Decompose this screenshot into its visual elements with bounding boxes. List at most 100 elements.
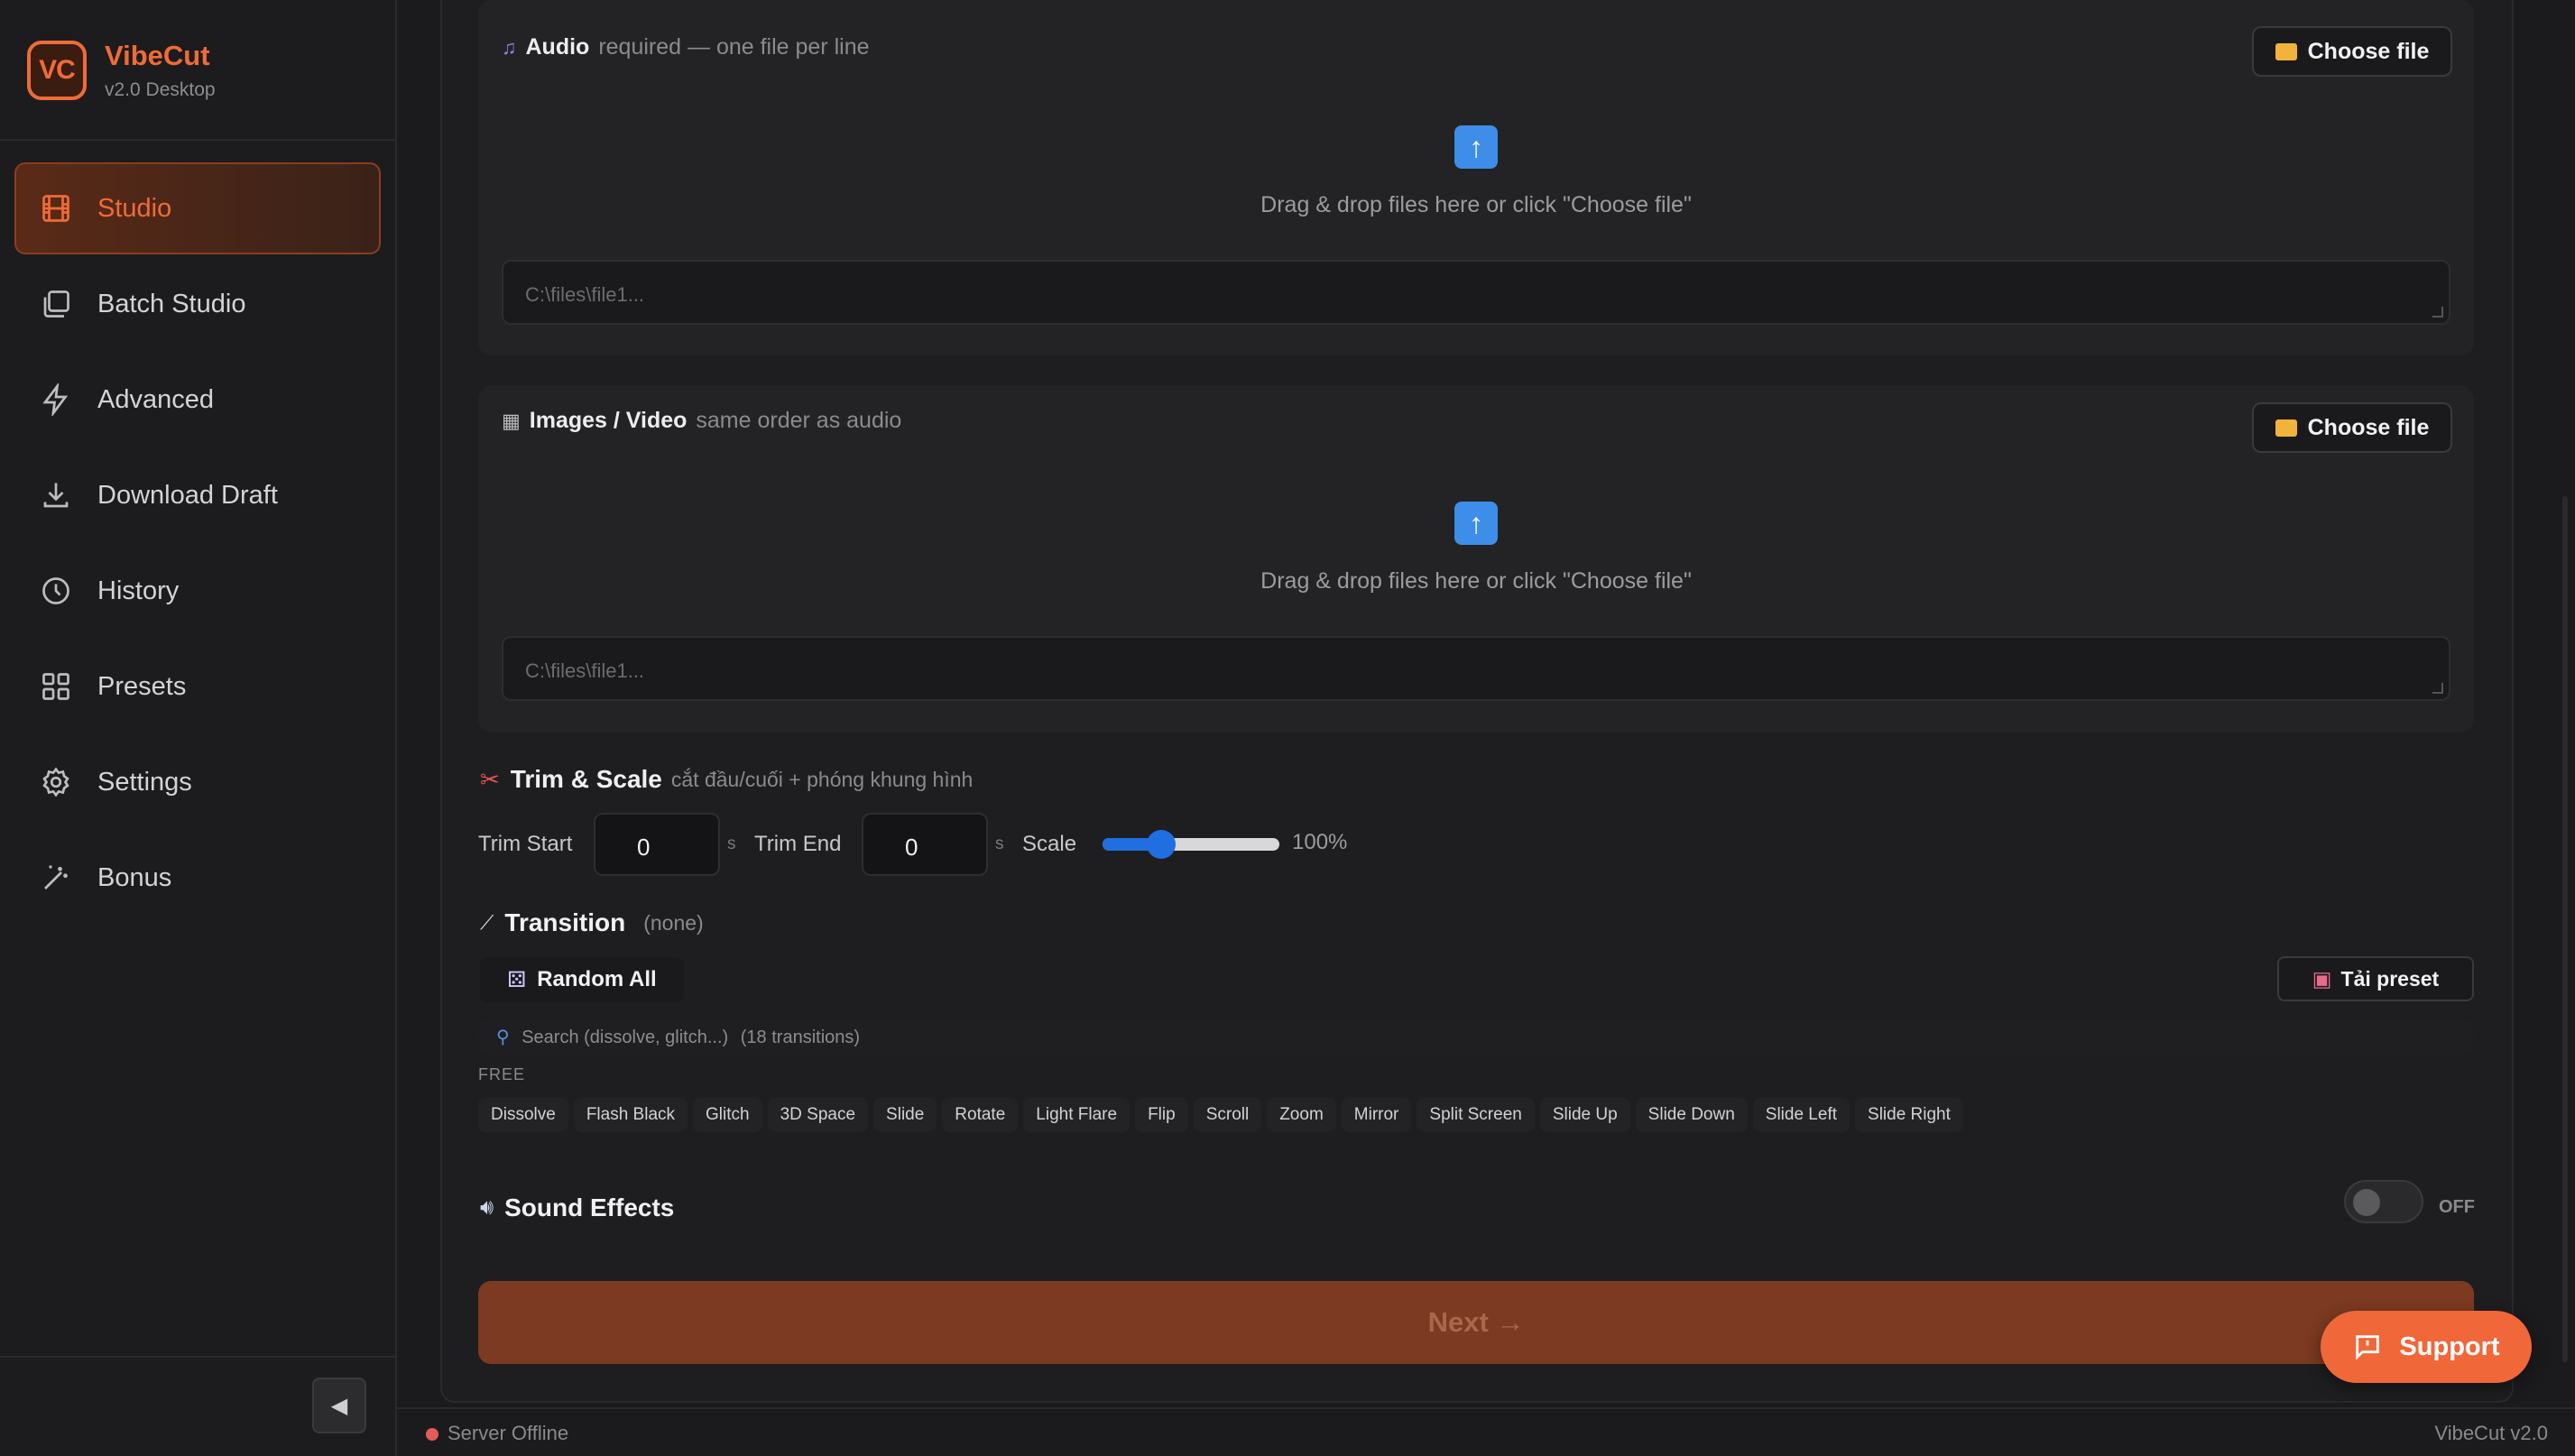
sidebar-item-label: Bonus (97, 862, 172, 892)
random-all-button[interactable]: ⚄ Random All (480, 957, 684, 1002)
transition-chip[interactable]: 3D Space (767, 1098, 869, 1132)
media-card: ▦ Images / Video same order as audio Cho… (478, 386, 2474, 733)
transition-chip[interactable]: Glitch (693, 1098, 762, 1132)
lightning-icon (40, 383, 72, 416)
trim-title: Trim & Scale (510, 765, 662, 793)
sidebar-item-advanced[interactable]: Advanced (14, 354, 381, 446)
divider (0, 1356, 397, 1358)
sidebar-item-presets[interactable]: Presets (14, 640, 381, 733)
collapse-sidebar-button[interactable]: ◀ (312, 1378, 366, 1433)
transition-chip[interactable]: Flash Black (573, 1098, 688, 1132)
magic-wand-icon (40, 862, 72, 894)
transition-chip[interactable]: Slide Left (1752, 1098, 1850, 1132)
next-button[interactable]: Next → (478, 1281, 2474, 1364)
sound-toggle-state: OFF (2439, 1197, 2475, 1217)
folder-icon (2275, 42, 2297, 60)
media-hint: same order as audio (696, 408, 902, 433)
media-choose-file-button[interactable]: Choose file (2252, 402, 2452, 453)
trim-start-input[interactable]: 0 (594, 813, 720, 876)
sidebar-item-bonus[interactable]: Bonus (14, 832, 381, 924)
clipboard-icon: ▣ (2312, 966, 2332, 991)
app-name: VibeCut (105, 40, 210, 71)
transition-chip[interactable]: Mirror (1341, 1098, 1412, 1132)
folder-icon (2275, 419, 2297, 437)
audio-card: ♫ Audio required — one file per line Cho… (478, 0, 2474, 355)
scale-label: Scale (1022, 832, 1077, 856)
transition-search-input[interactable]: ⚲ Search (dissolve, glitch...) (18 trans… (478, 1019, 2474, 1054)
media-paths-input[interactable]: C:\files\file1... (502, 636, 2450, 701)
gear-icon (40, 766, 72, 798)
scissors-icon: ✂ (480, 765, 500, 793)
audio-choose-file-button[interactable]: Choose file (2252, 26, 2452, 77)
support-button[interactable]: Support (2321, 1311, 2532, 1383)
search-icon: ⚲ (496, 1027, 510, 1047)
trim-end-input[interactable]: 0 (862, 813, 988, 876)
trim-end-label: Trim End (754, 832, 842, 856)
transition-chip[interactable]: Scroll (1193, 1098, 1262, 1132)
transition-chip[interactable]: Split Screen (1417, 1098, 1535, 1132)
transition-chip[interactable]: Dissolve (478, 1098, 568, 1132)
upload-arrow-icon[interactable]: ↑ (1454, 125, 1498, 169)
media-paths-placeholder: C:\files\file1... (525, 659, 645, 682)
choose-file-label: Choose file (2307, 38, 2430, 64)
media-title: ▦ Images / Video same order as audio (502, 408, 901, 434)
resize-handle-icon[interactable] (2432, 683, 2443, 694)
sound-effects-label: Sound Effects (504, 1193, 675, 1221)
status-bar: Server Offline VibeCut v2.0 (397, 1407, 2575, 1456)
media-label: Images / Video (529, 408, 688, 433)
scale-value: 100% (1292, 830, 1348, 854)
upload-arrow-icon[interactable]: ↑ (1454, 502, 1498, 545)
trim-start-unit: s (727, 834, 736, 853)
load-preset-button[interactable]: ▣ Tải preset (2277, 956, 2474, 1001)
chevron-left-icon: ◀ (330, 1393, 348, 1418)
scale-slider-handle[interactable] (1146, 830, 1176, 859)
free-group-label: FREE (478, 1065, 526, 1083)
sidebar-item-label: Settings (97, 767, 192, 797)
transition-section-title: ⟋ Transition (none) (480, 908, 704, 937)
trim-section-title: ✂ Trim & Scale cắt đầu/cuối + phóng khun… (480, 765, 973, 794)
choose-file-label: Choose file (2307, 414, 2430, 440)
search-placeholder: Search (dissolve, glitch...) (521, 1027, 729, 1047)
transition-chip[interactable]: Slide Up (1539, 1098, 1630, 1132)
music-note-icon: ♫ (502, 35, 517, 59)
sound-effects-toggle[interactable] (2344, 1180, 2423, 1223)
layers-icon (40, 288, 72, 320)
trim-hint: cắt đầu/cuối + phóng khung hình (670, 767, 974, 791)
sidebar-nav: Studio Batch Studio Advanced Download Dr… (14, 162, 381, 927)
sidebar-item-history[interactable]: History (14, 545, 381, 637)
resize-handle-icon[interactable] (2432, 307, 2443, 318)
sidebar-item-label: Advanced (97, 384, 214, 414)
sidebar: VC VibeCut v2.0 Desktop Studio Batch Stu… (0, 0, 397, 1456)
transition-current: (none) (643, 910, 704, 935)
sidebar-item-settings[interactable]: Settings (14, 736, 381, 828)
sidebar-item-download-draft[interactable]: Download Draft (14, 449, 381, 541)
support-label: Support (2399, 1332, 2500, 1361)
server-status-dot (426, 1428, 438, 1441)
transition-chip[interactable]: Slide Right (1855, 1098, 1963, 1132)
link-icon: ⟋ (480, 911, 494, 934)
transition-chip[interactable]: Rotate (942, 1098, 1019, 1132)
dice-icon: ⚄ (507, 967, 527, 992)
transition-chip[interactable]: Light Flare (1023, 1098, 1131, 1132)
sidebar-item-label: Presets (97, 671, 187, 701)
sidebar-item-label: Download Draft (97, 480, 278, 510)
speaker-icon: 🔊︎ (480, 1195, 494, 1220)
transition-chip[interactable]: Slide (873, 1098, 937, 1132)
transition-chip-list: Dissolve Flash Black Glitch 3D Space Sli… (478, 1098, 1963, 1132)
load-preset-label: Tải preset (2340, 966, 2440, 991)
transition-title: Transition (504, 908, 626, 936)
trim-end-unit: s (995, 834, 1004, 853)
trim-start-label: Trim Start (478, 832, 573, 856)
sound-effects-title: 🔊︎ Sound Effects (480, 1193, 674, 1222)
transition-chip[interactable]: Zoom (1267, 1098, 1336, 1132)
main-scrollbar[interactable] (2562, 496, 2568, 1362)
sidebar-item-studio[interactable]: Studio (14, 162, 381, 254)
sidebar-item-batch-studio[interactable]: Batch Studio (14, 258, 381, 350)
sidebar-item-label: Batch Studio (97, 289, 246, 318)
scale-slider[interactable] (1103, 830, 1279, 859)
random-all-label: Random All (537, 967, 657, 991)
transition-chip[interactable]: Flip (1135, 1098, 1188, 1132)
transition-chip[interactable]: Slide Down (1635, 1098, 1748, 1132)
audio-hint: required — one file per line (598, 34, 870, 60)
audio-paths-input[interactable]: C:\files\file1... (502, 260, 2450, 325)
